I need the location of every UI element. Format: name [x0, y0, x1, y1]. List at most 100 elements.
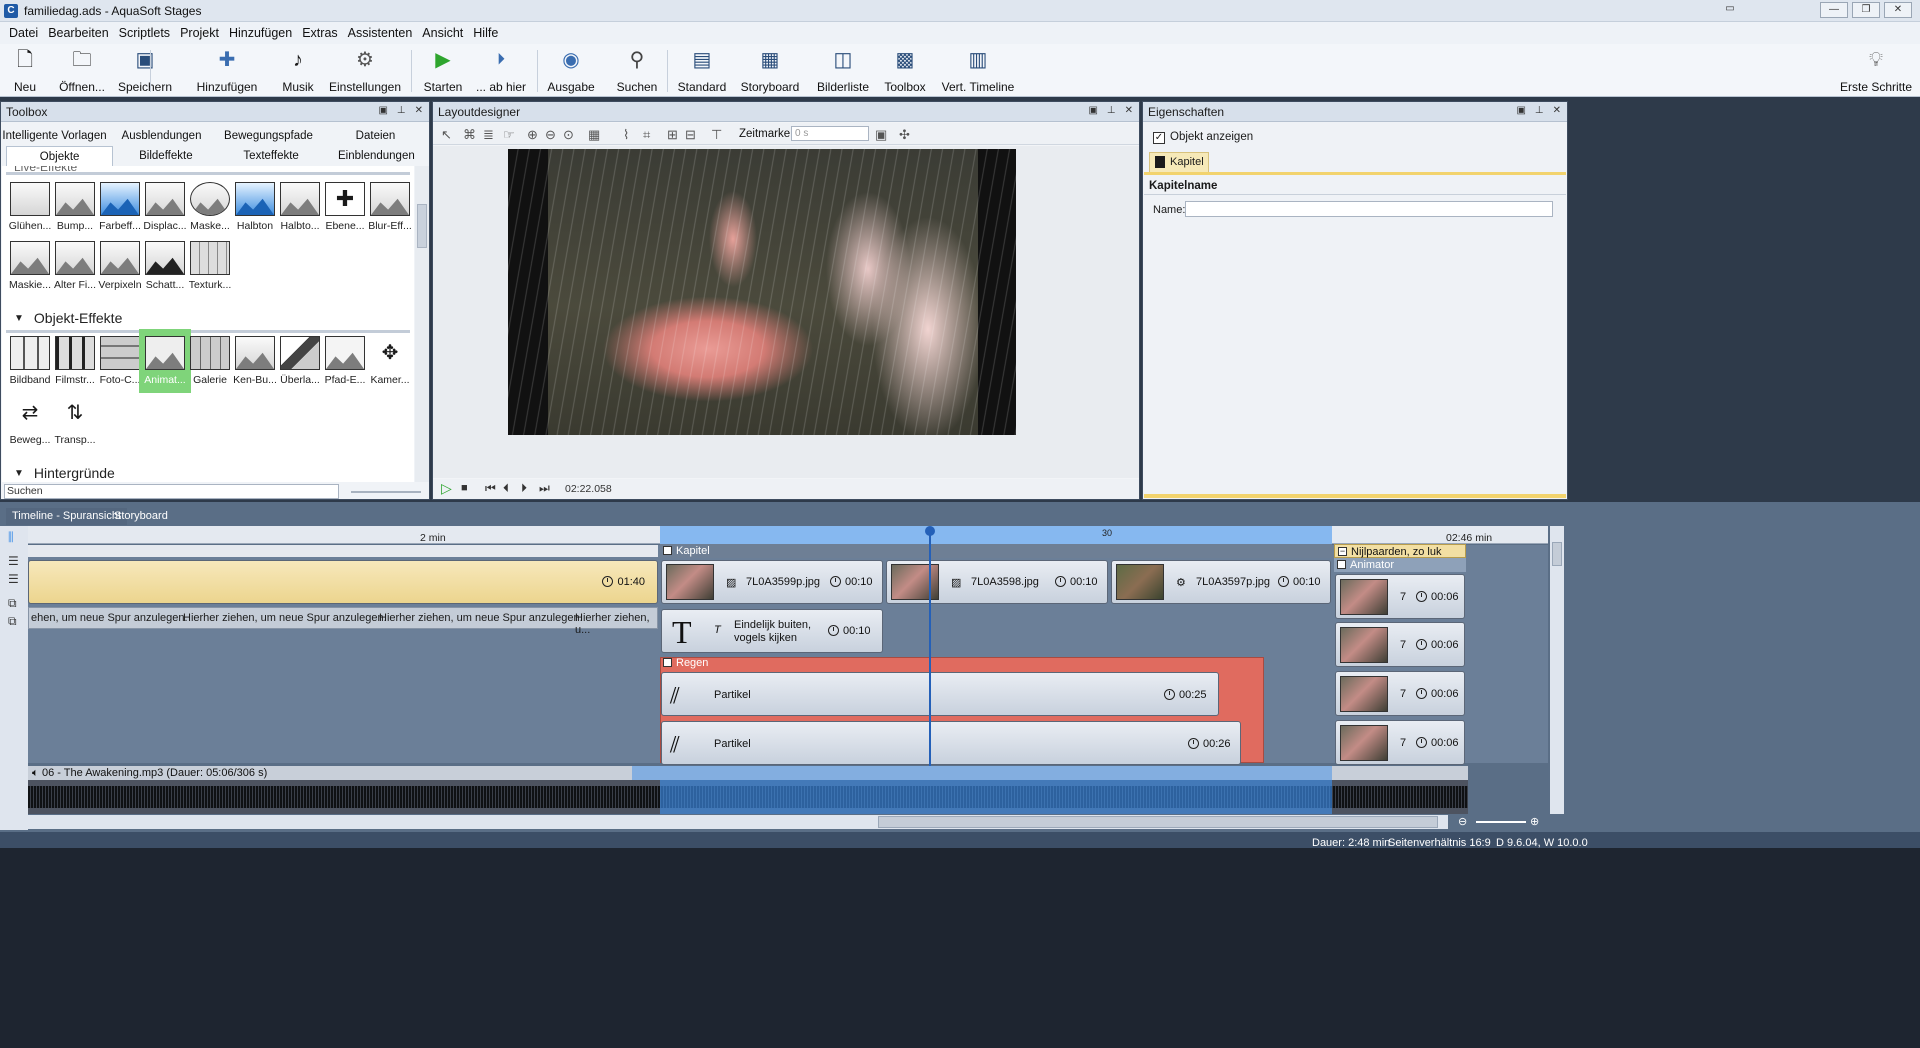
tab-intelligente-vorlagen[interactable]: Intelligente Vorlagen	[1, 126, 108, 146]
start-button[interactable]: ▶ Starten	[424, 48, 463, 94]
pointer-icon[interactable]: ↖	[441, 127, 452, 143]
zeitmarke-input[interactable]: 0 s	[791, 126, 869, 141]
first-steps-button[interactable]: 💡︎ Erste Schritte	[1838, 48, 1914, 94]
audio-waveform[interactable]	[28, 780, 1468, 814]
settings-button[interactable]: ⚙ Einstellungen	[329, 48, 401, 94]
timeline-vscroll[interactable]	[1550, 526, 1564, 814]
panel-restore-icon[interactable]: ▣	[378, 105, 387, 116]
zoom-slider[interactable]	[1476, 821, 1526, 823]
animator-item-1[interactable]: 7 00:06	[1335, 574, 1465, 619]
timeline-hscroll[interactable]	[28, 815, 1448, 829]
menu-extras[interactable]: Extras	[297, 26, 342, 40]
pin-icon[interactable]: ⊥	[1535, 105, 1544, 116]
regen-group-bar[interactable]: − Regen	[660, 656, 1264, 670]
view-vertical-timeline-button[interactable]: ▥ Vert. Timeline	[940, 48, 1016, 94]
tab-einblendungen[interactable]: Einblendungen	[324, 146, 429, 166]
tab-dateien[interactable]: Dateien	[322, 126, 429, 146]
view-toolbox-button[interactable]: ▩ Toolbox	[882, 48, 928, 94]
stop-icon[interactable]: ■	[461, 482, 468, 494]
group-icon[interactable]: ⧉	[8, 596, 17, 611]
skip-start-icon[interactable]: ⏮	[485, 481, 496, 496]
view-standard-button[interactable]: ▤ Standard	[677, 48, 727, 94]
tab-objekte[interactable]: Objekte	[6, 146, 114, 166]
menu-datei[interactable]: Datei	[4, 26, 43, 40]
guides-icon[interactable]: ⌗	[643, 127, 650, 143]
hand-tool-icon[interactable]: ☞	[503, 127, 515, 143]
text-clip[interactable]: T T Eindelijk buiten, vogels kijken 00:1…	[661, 609, 883, 653]
zoom-out-icon[interactable]: ⊖	[545, 127, 556, 143]
effect-blur[interactable]: Blur-Eff...	[364, 180, 414, 240]
tab-kapitel[interactable]: Kapitel	[1149, 152, 1209, 172]
animator-group-bar[interactable]: − Animator	[1334, 558, 1466, 572]
menu-hinzufuegen[interactable]: Hinzufügen	[224, 26, 297, 40]
zoom-in-icon[interactable]: ⊕	[1530, 815, 1539, 828]
tab-bildeffekte[interactable]: Bildeffekte	[113, 146, 218, 166]
zoom-slider[interactable]	[351, 491, 421, 493]
pin-icon[interactable]: ⊥	[1107, 105, 1116, 116]
save-keyframe-icon[interactable]: ▣	[875, 127, 887, 143]
pin-icon[interactable]: ⊥	[397, 105, 406, 116]
collapse-minus-icon[interactable]: −	[1338, 547, 1347, 556]
drop-hint-track[interactable]: ehen, um neue Spur anzulegen. Hierher zi…	[28, 607, 658, 636]
zoom-in-icon[interactable]: ⊕	[527, 127, 538, 143]
output-button[interactable]: ◉ Ausgabe	[547, 48, 594, 94]
chapter-name-input[interactable]	[1185, 201, 1553, 217]
image-clip-3[interactable]: ⚙ 7L0A3597p.jpg 00:10	[1111, 560, 1331, 604]
zoom-out-icon[interactable]: ⊖	[1458, 815, 1467, 828]
lines-tool-icon[interactable]: ≣	[483, 127, 494, 143]
playhead-handle[interactable]	[925, 526, 935, 536]
animator-item-2[interactable]: 7 00:06	[1335, 622, 1465, 667]
maximize-button[interactable]: ❐	[1852, 2, 1880, 18]
add-frame-icon[interactable]: ⊞	[667, 127, 678, 143]
panel-restore-icon[interactable]: ▣	[1516, 105, 1525, 116]
tab-bewegungspfade[interactable]: Bewegungspfade	[215, 126, 322, 146]
collapse-minus-icon[interactable]: −	[1337, 560, 1346, 569]
open-button[interactable]: 🗀 Öffnen...	[58, 48, 106, 94]
close-button[interactable]: ✕	[1884, 2, 1912, 18]
view-bilderliste-button[interactable]: ◫ Bilderliste	[815, 48, 871, 94]
particle-clip-1[interactable]: ⫽ Partikel 00:25	[661, 672, 1219, 716]
effect-transparenz[interactable]: ⇅ Transp...	[49, 394, 101, 454]
grid-icon[interactable]: ▦	[588, 127, 600, 143]
restore-small-icon[interactable]: ▭	[1722, 2, 1738, 18]
particle-clip-2[interactable]: ⫽ Partikel 00:26	[661, 721, 1241, 765]
animator-item-4[interactable]: 7 00:06	[1335, 720, 1465, 765]
collapse-minus-icon[interactable]: −	[663, 658, 672, 667]
nijlpaarden-group-bar[interactable]: − Nijlpaarden, zo luk	[1334, 544, 1466, 558]
effects-dropdown-icon[interactable]: ✣	[899, 127, 910, 143]
path-tool-icon[interactable]: ⌘	[463, 127, 476, 143]
vscroll-thumb[interactable]	[1552, 542, 1562, 566]
section-object-effects[interactable]: ▼ Objekt-Effekte	[14, 310, 122, 326]
search-button[interactable]: ⚲ Suchen	[616, 48, 658, 94]
scrollbar-thumb[interactable]	[417, 204, 427, 248]
show-object-checkbox[interactable]: ✓	[1153, 132, 1165, 144]
remove-frame-icon[interactable]: ⊟	[685, 127, 696, 143]
new-button[interactable]: 🗋 Neu	[8, 48, 42, 94]
tab-texteffekte[interactable]: Texteffekte	[219, 146, 324, 166]
step-forward-icon[interactable]: ⏵	[521, 481, 527, 496]
close-icon[interactable]: ✕	[1553, 105, 1561, 116]
section-backgrounds[interactable]: ▼ Hintergründe	[14, 465, 115, 481]
skip-end-icon[interactable]: ⏭	[539, 481, 550, 496]
close-icon[interactable]: ✕	[415, 105, 423, 116]
panel-restore-icon[interactable]: ▣	[1088, 105, 1097, 116]
ungroup-icon[interactable]: ⧉	[8, 614, 17, 629]
chapter-clip-left[interactable]: 01:40	[28, 560, 658, 604]
snap-icon[interactable]: ⌇	[623, 127, 629, 143]
menu-hilfe[interactable]: Hilfe	[468, 26, 503, 40]
collapse-minus-icon[interactable]: −	[663, 546, 672, 555]
tab-ausblendungen[interactable]: Ausblendungen	[108, 126, 215, 146]
toolbox-scrollbar[interactable]	[415, 166, 429, 482]
toolbox-search-input[interactable]: Suchen	[4, 484, 339, 499]
view-storyboard-button[interactable]: ▦ Storyboard	[740, 48, 800, 94]
menu-bearbeiten[interactable]: Bearbeiten	[43, 26, 113, 40]
step-back-icon[interactable]: ⏴	[503, 481, 509, 496]
align-icon[interactable]: ⊤	[711, 127, 722, 143]
minimize-button[interactable]: —	[1820, 2, 1848, 18]
save-button[interactable]: ▣ Speichern	[118, 48, 172, 94]
music-button[interactable]: ♪ Musik	[281, 48, 315, 94]
hscroll-thumb[interactable]	[878, 816, 1438, 828]
animator-item-3[interactable]: 7 00:06	[1335, 671, 1465, 716]
menu-scriptlets[interactable]: Scriptlets	[114, 26, 175, 40]
effect-kamera[interactable]: ✥ Kamer...	[364, 334, 414, 394]
